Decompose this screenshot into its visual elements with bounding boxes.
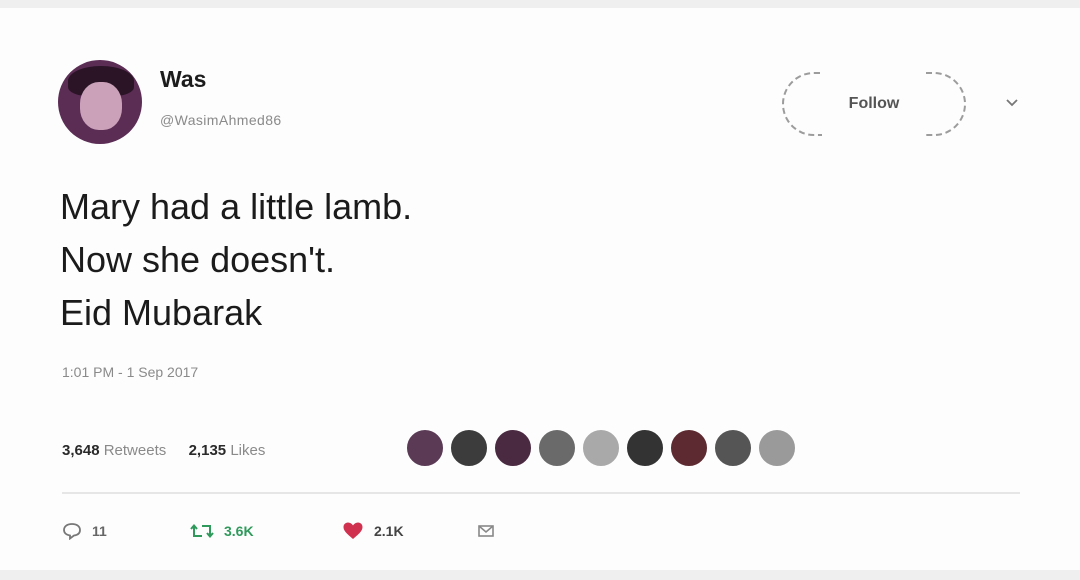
tweet-timestamp[interactable]: 1:01 PM - 1 Sep 2017: [62, 364, 198, 380]
retweet-icon: [190, 523, 214, 539]
follow-button-label: Follow: [848, 95, 900, 112]
liker-avatar[interactable]: [405, 428, 445, 468]
liker-avatar[interactable]: [493, 428, 533, 468]
heart-icon: [343, 522, 363, 539]
liker-avatar[interactable]: [713, 428, 753, 468]
liker-avatar[interactable]: [449, 428, 489, 468]
more-options-chevron-icon[interactable]: [1000, 92, 1024, 114]
avatar-face: [80, 82, 122, 130]
retweet-button[interactable]: 3.6K: [190, 522, 342, 540]
likes-label[interactable]: Likes: [230, 442, 265, 459]
follow-button[interactable]: Follow: [782, 72, 966, 136]
author-handle[interactable]: @WasimAhmed86: [160, 112, 282, 128]
liker-avatar[interactable]: [537, 428, 577, 468]
author-name[interactable]: Was: [160, 66, 206, 93]
tweet-line: Now she doesn't.: [60, 239, 336, 280]
likes-count[interactable]: 2,135: [189, 442, 227, 459]
reply-count: 11: [92, 523, 107, 539]
direct-message-button[interactable]: [476, 521, 496, 541]
tweet-card: Was @WasimAhmed86 Follow Mary had a litt…: [0, 8, 1080, 570]
tweet-text: Mary had a little lamb. Now she doesn't.…: [60, 180, 412, 339]
reply-icon: [63, 523, 81, 540]
retweets-count[interactable]: 3,648: [62, 442, 100, 459]
liker-avatar[interactable]: [625, 428, 665, 468]
liker-avatar[interactable]: [757, 428, 797, 468]
engagement-stats: 3,648 Retweets 2,135 Likes: [62, 442, 265, 459]
divider: [62, 492, 1020, 494]
tweet-line: Eid Mubarak: [60, 292, 263, 333]
tweet-line: Mary had a little lamb.: [60, 186, 413, 227]
reply-button[interactable]: 11: [62, 522, 190, 540]
liker-avatar[interactable]: [669, 428, 709, 468]
retweets-label[interactable]: Retweets: [104, 442, 167, 459]
liker-avatar[interactable]: [581, 428, 621, 468]
like-count: 2.1K: [374, 523, 404, 539]
tweet-actions: 11 3.6K 2.1K: [62, 516, 496, 546]
author-avatar[interactable]: [58, 60, 142, 144]
like-button[interactable]: 2.1K: [342, 521, 476, 541]
chevron-down-icon: [1006, 99, 1018, 107]
liker-avatars: [405, 428, 797, 472]
envelope-icon: [478, 525, 494, 537]
retweet-count: 3.6K: [224, 523, 254, 539]
